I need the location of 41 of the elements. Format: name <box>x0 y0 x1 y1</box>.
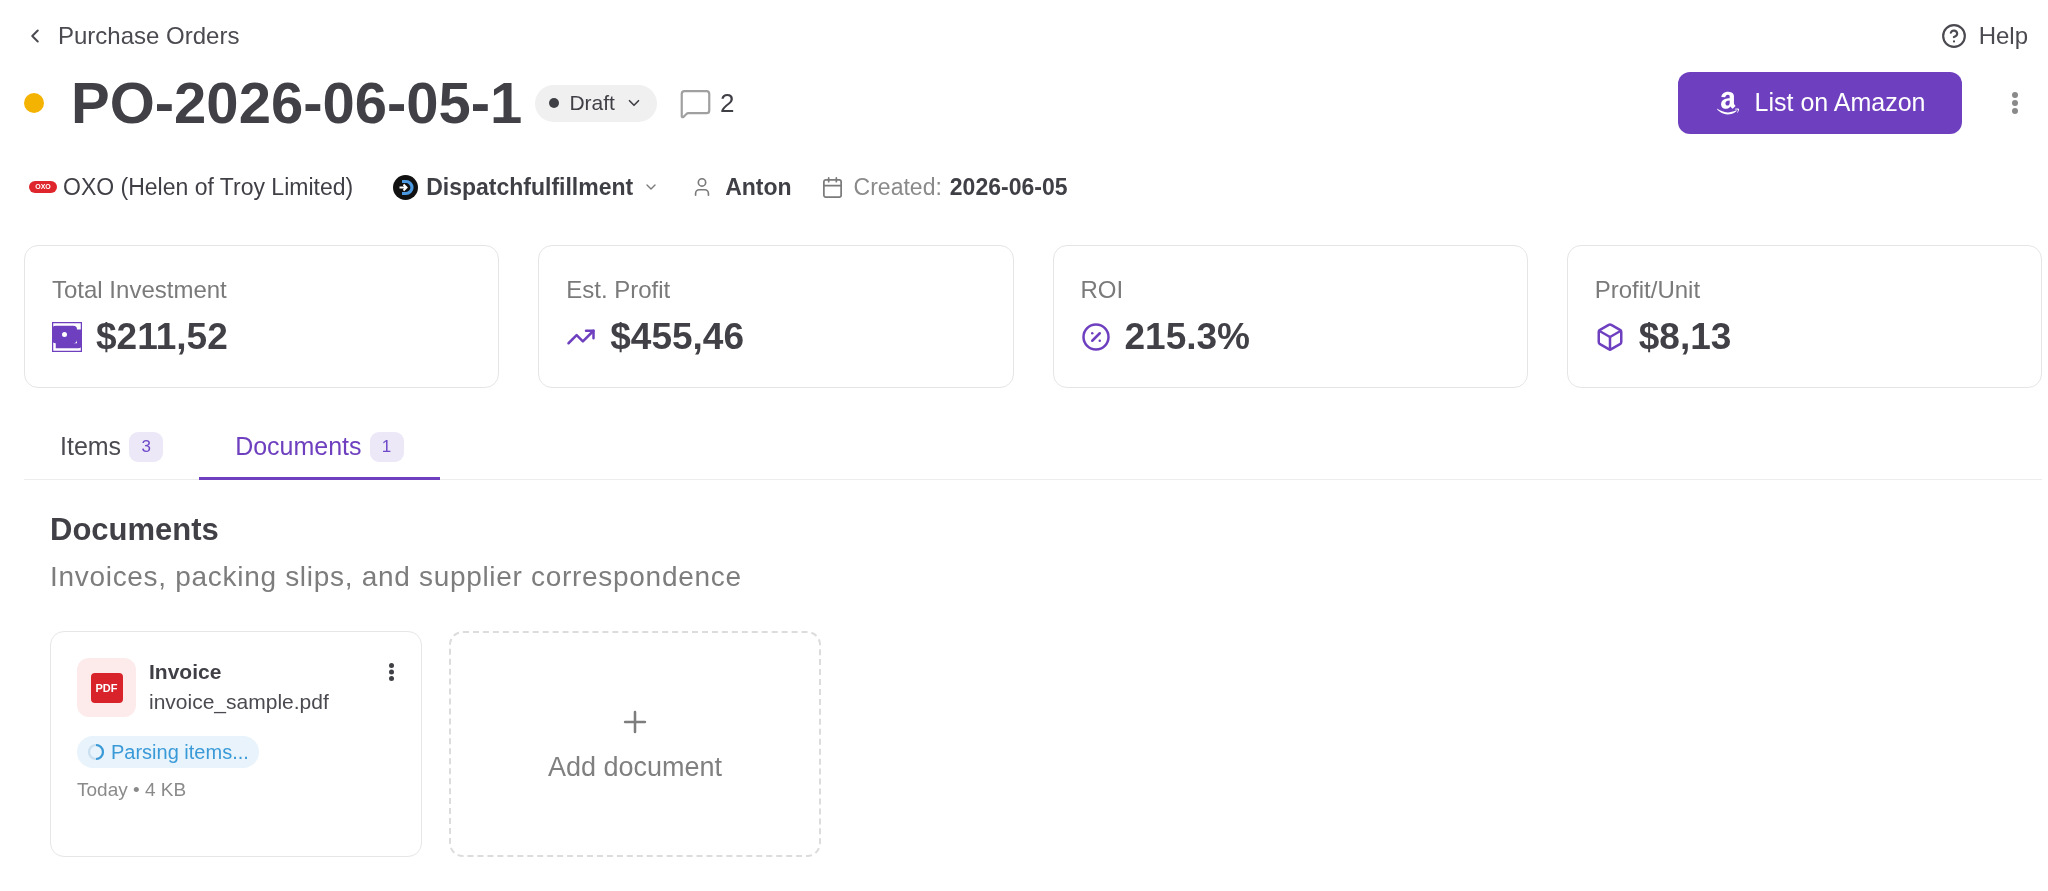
file-type-label: PDF <box>90 672 123 703</box>
percent-circle-icon <box>1080 322 1111 352</box>
amazon-icon <box>1714 90 1741 116</box>
stat-label: Est. Profit <box>566 276 671 304</box>
round-logo-icon <box>393 174 419 200</box>
stat-value: 215.3% <box>1124 315 1250 359</box>
kebab-icon <box>388 663 394 681</box>
fulfillment-dropdown[interactable]: Dispatchfulfillment <box>393 169 660 205</box>
list-on-amazon-button[interactable]: List on Amazon <box>1678 72 1962 134</box>
stat-label: ROI <box>1080 276 1124 304</box>
document-card[interactable]: PDF Invoice invoice_sample.pdf Parsing items... Today • 4 KB <box>50 631 422 857</box>
count-badge: 1 <box>369 431 404 462</box>
created-date: 2026-06-05 <box>949 172 1068 202</box>
file-name: invoice_sample.pdf <box>149 689 329 716</box>
supplier-name: OXO (Helen of Troy Limited) <box>63 172 354 202</box>
status-dropdown[interactable]: Draft <box>535 84 657 122</box>
tab[interactable]: Documents 1 <box>199 416 440 480</box>
help-icon <box>1940 23 1967 49</box>
section-subtitle: Invoices, packing slips, and supplier correspondence <box>50 561 742 593</box>
back-link[interactable]: Purchase Orders <box>24 20 240 52</box>
banknotes-icon <box>52 322 82 352</box>
created-label: Created: <box>853 172 942 202</box>
help-button[interactable]: Help <box>1940 20 2028 52</box>
section-title: Documents <box>50 512 219 548</box>
spinner-icon <box>87 743 105 761</box>
document-details: Today • 4 KB <box>77 778 187 802</box>
kebab-icon <box>2012 92 2018 114</box>
owner-name: Anton <box>725 172 792 202</box>
comments-button[interactable]: 2 <box>678 83 735 123</box>
stat-value: $455,46 <box>610 315 744 359</box>
tab[interactable]: Items 3 <box>24 416 200 480</box>
stat-label: Profit/Unit <box>1594 276 1701 304</box>
calendar-icon <box>820 175 844 199</box>
page-title: PO-2026-06-05-1 <box>71 74 523 132</box>
count-badge: 3 <box>129 431 164 462</box>
stat-value: $211,52 <box>96 315 228 359</box>
stat-label: Total Investment <box>52 276 227 304</box>
stat-value: $8,13 <box>1638 315 1732 359</box>
document-name: Invoice <box>149 659 222 685</box>
status-text: Parsing items... <box>111 740 249 765</box>
add-document-button[interactable]: Add document <box>449 631 821 857</box>
